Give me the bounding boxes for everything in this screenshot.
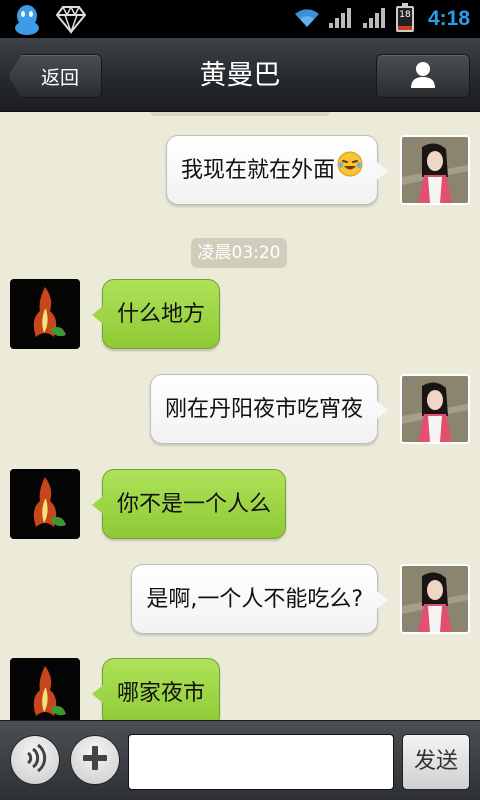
message-text: 我现在就在外面 [180,158,335,183]
divider [150,112,330,116]
plus-icon [80,743,110,777]
input-bar: 发送 [0,720,480,800]
message-bubble[interactable]: 我现在就在外面 [165,135,389,206]
my-avatar[interactable] [400,374,470,444]
battery-text: 18 [399,10,411,20]
battery-icon: 18 [395,3,414,32]
page-title: 黄曼巴 [199,60,281,91]
message-bubble[interactable]: 你不是一个人么 [91,469,287,539]
signal-icon [362,5,390,33]
signal-icon [328,5,356,33]
message-received: 哪家夜市 [0,658,480,720]
diamond-icon [52,2,90,36]
message-bubble[interactable]: 是啊,一个人不能吃么? [131,564,388,634]
message-sent: 是啊,一个人不能吃么? [0,564,480,636]
laughing-tears-icon [337,136,363,206]
battery-level [397,26,412,30]
profile-button[interactable] [376,54,470,98]
message-received: 你不是一个人么 [0,469,480,541]
person-icon [408,59,438,93]
contact-avatar[interactable] [10,279,80,349]
title-bar: 返回 黄曼巴 [0,38,480,112]
time-separator: 凌晨03:20 [191,238,287,268]
voice-button[interactable] [10,735,60,785]
back-button[interactable]: 返回 [8,54,102,98]
message-sent: 我现在就在外面 [0,135,480,207]
message-sent: 刚在丹阳夜市吃宵夜 [0,374,480,446]
my-avatar[interactable] [400,564,470,634]
message-received: 什么地方 [0,279,480,351]
wifi-icon [292,6,322,32]
contact-avatar[interactable] [10,469,80,539]
message-bubble[interactable]: 哪家夜市 [91,658,221,720]
my-avatar[interactable] [400,135,470,205]
chat-area[interactable]: 我现在就在外面 凌晨03:20 什么地方 刚在丹阳夜市吃宵夜 你不是一个人么 是… [0,112,480,720]
status-indicators: 18 4:18 [292,0,480,38]
send-button[interactable]: 发送 [402,734,470,790]
message-bubble[interactable]: 什么地方 [91,279,221,349]
voice-icon [20,743,50,777]
message-input[interactable] [128,734,394,790]
clock: 4:18 [427,7,470,30]
message-bubble[interactable]: 刚在丹阳夜市吃宵夜 [149,374,389,444]
plus-button[interactable] [70,735,120,785]
status-bar: 18 4:18 [0,0,480,38]
qq-icon [8,2,46,36]
contact-avatar[interactable] [10,658,80,720]
